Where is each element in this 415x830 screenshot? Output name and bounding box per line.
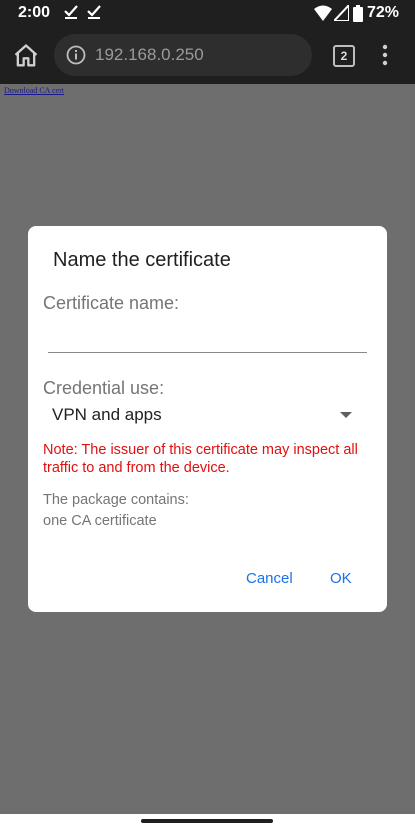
battery-percentage: 72% xyxy=(367,4,400,21)
certificate-dialog: Name the certificate Certificate name: C… xyxy=(28,226,387,612)
package-contents-label: The package contains: xyxy=(43,492,189,508)
home-icon[interactable] xyxy=(12,42,40,70)
url-text[interactable]: 192.168.0.250 xyxy=(95,45,204,65)
status-bar: 2:00 72% xyxy=(0,0,415,28)
tabs-icon[interactable]: 2 xyxy=(333,45,355,67)
download-link[interactable]: Download CA cert xyxy=(4,86,64,95)
signal-icon xyxy=(334,5,349,21)
dropdown-arrow-icon xyxy=(340,412,352,418)
url-bar[interactable]: 192.168.0.250 xyxy=(54,34,312,76)
navigation-bar xyxy=(0,814,415,830)
credential-use-label: Credential use: xyxy=(43,378,165,398)
dialog-title: Name the certificate xyxy=(53,249,231,271)
check-icon xyxy=(87,5,101,19)
check-icon xyxy=(64,5,78,19)
battery-icon xyxy=(353,5,363,22)
cancel-button[interactable]: Cancel xyxy=(246,570,293,587)
more-vert-icon[interactable] xyxy=(380,43,390,67)
credential-use-value: VPN and apps xyxy=(52,405,162,424)
credential-use-select[interactable]: VPN and apps xyxy=(43,402,363,428)
certificate-name-input[interactable] xyxy=(48,322,367,353)
info-icon[interactable] xyxy=(66,45,86,65)
warning-note: Note: The issuer of this certificate may… xyxy=(43,442,358,476)
ok-button[interactable]: OK xyxy=(330,570,352,587)
wifi-icon xyxy=(314,5,332,21)
package-item: one CA certificate xyxy=(43,513,157,529)
certificate-name-label: Certificate name: xyxy=(43,293,180,313)
browser-toolbar: 192.168.0.250 2 xyxy=(0,28,415,84)
home-gesture-handle[interactable] xyxy=(141,819,273,823)
status-time: 2:00 xyxy=(18,4,51,21)
